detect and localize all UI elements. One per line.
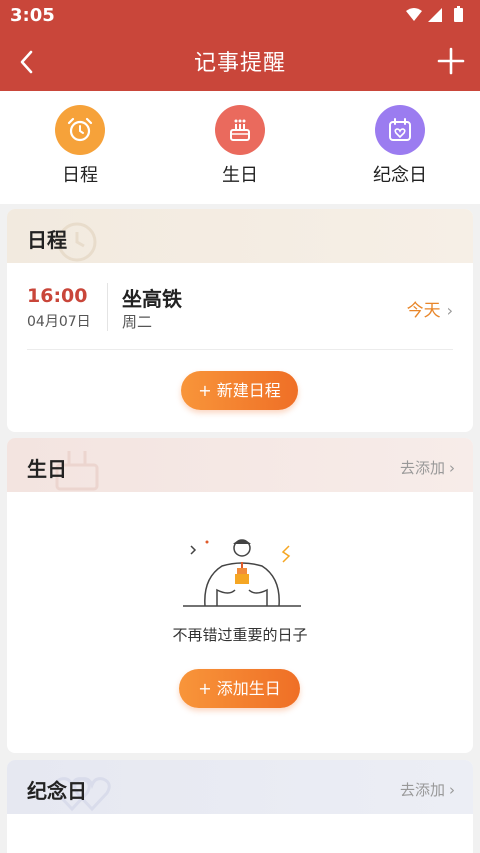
birthday-card: 生日 去添加 › 不再错过重要的日子 + 添加生日 (7, 438, 473, 753)
birthday-title: 生日 (27, 457, 67, 481)
anniversary-title: 纪念日 (27, 779, 87, 803)
wifi-icon (406, 8, 422, 21)
empty-state-text: 不再错过重要的日子 (172, 626, 308, 644)
app-header: 3:05 记事提醒 (0, 0, 480, 91)
alarm-clock-icon (55, 105, 105, 155)
add-birthday-button[interactable]: + 添加生日 (179, 669, 300, 708)
divider (27, 349, 453, 350)
chevron-right-icon: › (449, 459, 455, 477)
anniversary-card: 纪念日 去添加 › (7, 760, 473, 853)
category-anniversary[interactable]: 纪念日 (355, 105, 445, 187)
page-title: 记事提醒 (193, 51, 286, 76)
anniversary-header: 纪念日 去添加 › (7, 760, 473, 814)
category-schedule[interactable]: 日程 (35, 105, 125, 187)
add-link-label: 去添加 (399, 459, 445, 477)
event-status: 今天 › (407, 296, 453, 321)
birthday-cake-icon (215, 105, 265, 155)
anniversary-add-link[interactable]: 去添加 › (400, 779, 455, 800)
calendar-heart-icon (375, 105, 425, 155)
category-label: 纪念日 (373, 165, 427, 186)
status-time: 3:05 (10, 5, 55, 26)
chevron-right-icon: › (449, 781, 455, 799)
schedule-header: 日程 (7, 209, 473, 263)
birthday-add-link[interactable]: 去添加 › (400, 457, 455, 478)
event-date: 04月07日 (27, 314, 91, 330)
schedule-title: 日程 (27, 228, 67, 252)
event-weekday: 周二 (122, 313, 153, 331)
event-time: 16:00 (27, 285, 88, 307)
status-icons (406, 6, 463, 22)
category-bar: 日程 生日 纪念日 (0, 91, 480, 204)
event-name: 坐高铁 (122, 287, 182, 311)
status-bar: 3:05 (0, 0, 480, 30)
schedule-card: 日程 16:00 04月07日 坐高铁 周二 今天 › + 新建日程 (7, 209, 473, 432)
category-label: 生日 (222, 165, 258, 186)
event-status-label: 今天 (406, 301, 441, 321)
birthday-header: 生日 去添加 › (7, 438, 473, 492)
chevron-right-icon: › (446, 301, 453, 320)
category-birthday[interactable]: 生日 (195, 105, 285, 187)
empty-state-illustration (183, 539, 301, 607)
divider (107, 283, 108, 331)
add-link-label: 去添加 (399, 781, 445, 799)
battery-icon (454, 8, 463, 22)
signal-icon (428, 8, 442, 22)
category-label: 日程 (62, 165, 98, 186)
new-schedule-button[interactable]: + 新建日程 (181, 371, 298, 410)
schedule-item[interactable]: 16:00 04月07日 坐高铁 周二 今天 › (27, 281, 453, 341)
add-icon[interactable] (436, 46, 466, 76)
